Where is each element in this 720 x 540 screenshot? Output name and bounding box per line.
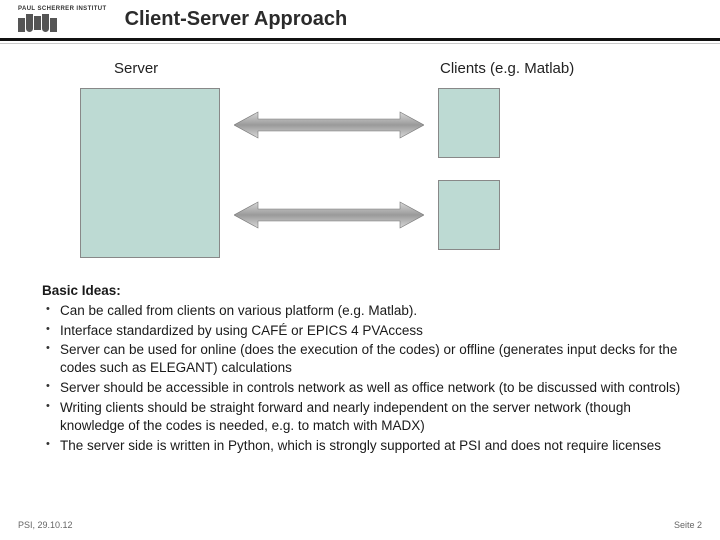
client-box-2 <box>438 180 500 250</box>
footer-date: PSI, 29.10.12 <box>18 520 73 530</box>
architecture-diagram: Server Clients (e.g. Matlab) <box>0 52 720 282</box>
list-item: Server should be accessible in controls … <box>42 379 688 397</box>
client-box-1 <box>438 88 500 158</box>
section-heading: Basic Ideas: <box>42 282 688 300</box>
double-arrow-top <box>234 110 424 140</box>
list-item: Writing clients should be straight forwa… <box>42 399 688 435</box>
basic-ideas-section: Basic Ideas: Can be called from clients … <box>0 282 720 454</box>
list-item: Interface standardized by using CAFÉ or … <box>42 322 688 340</box>
psi-logo: PAUL SCHERRER INSTITUT <box>18 6 107 32</box>
logo-institute-text: PAUL SCHERRER INSTITUT <box>18 6 107 12</box>
list-item: Can be called from clients on various pl… <box>42 302 688 320</box>
list-item: Server can be used for online (does the … <box>42 341 688 377</box>
server-label: Server <box>114 60 158 77</box>
logo-mark <box>18 14 57 32</box>
double-arrow-bottom <box>234 200 424 230</box>
divider-dark <box>0 38 720 41</box>
clients-label: Clients (e.g. Matlab) <box>440 60 574 77</box>
slide-title: Client-Server Approach <box>125 8 348 31</box>
list-item: The server side is written in Python, wh… <box>42 437 688 455</box>
slide-header: PAUL SCHERRER INSTITUT Client-Server App… <box>0 0 720 38</box>
footer-page: Seite 2 <box>674 520 702 530</box>
divider-light <box>0 43 720 44</box>
server-box <box>80 88 220 258</box>
bullet-list: Can be called from clients on various pl… <box>42 302 688 455</box>
